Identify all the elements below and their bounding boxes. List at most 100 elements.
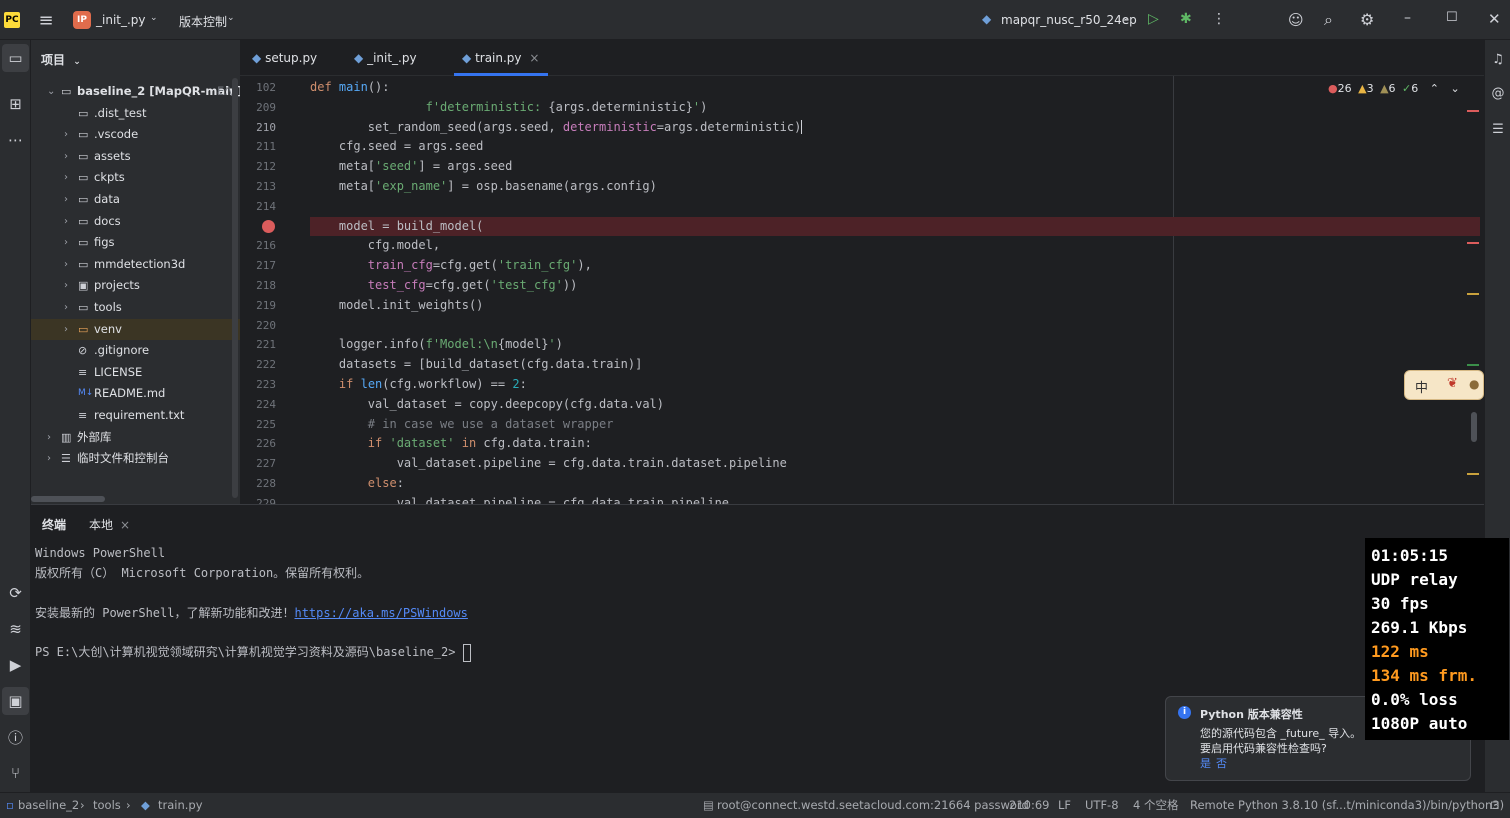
project-file-name[interactable]: _init_.py (96, 13, 146, 27)
powershell-link[interactable]: https://aka.ms/PSWindows (294, 606, 467, 620)
code-line[interactable]: meta['seed'] = args.seed (310, 157, 1480, 177)
services-icon[interactable]: ▶ (0, 651, 31, 679)
tree-item[interactable]: ≡ requirement.txt (31, 405, 240, 427)
vcs-menu[interactable]: 版本控制 (179, 13, 227, 30)
terminal-icon[interactable]: ▣ (2, 687, 29, 715)
run-config-selector[interactable]: mapqr_nusc_r50_24ep (1001, 13, 1137, 27)
notifications-icon[interactable]: ♫ (1485, 46, 1510, 72)
warning-stripe-marker[interactable] (1467, 293, 1479, 295)
tree-item[interactable]: ≡ LICENSE (31, 362, 240, 384)
breadcrumb-folder[interactable]: tools (93, 793, 121, 817)
tree-item[interactable]: › ▭ tools (31, 297, 240, 319)
add-user-icon[interactable]: ☺ (1288, 11, 1304, 29)
code-line[interactable]: test_cfg=cfg.get('test_cfg')) (310, 276, 1480, 296)
chevron-down-icon[interactable]: ⌄ (1122, 13, 1130, 23)
tab-init[interactable]: ◆ _init_.py (354, 40, 442, 76)
tree-item[interactable]: › ▭ docs (31, 211, 240, 233)
project-badge[interactable]: IP (73, 11, 91, 29)
code-line[interactable] (310, 316, 1480, 336)
warning-stripe-marker[interactable] (1467, 473, 1479, 475)
code-line[interactable]: val_dataset.pipeline = cfg.data.train.pi… (310, 494, 1480, 504)
app-logo-icon[interactable]: PC (4, 12, 20, 28)
terminal-prompt[interactable]: PS E:\大创\计算机视觉领域研究\计算机视觉学习资料及源码\baseline… (35, 642, 471, 662)
code-line[interactable]: model = build_model( (310, 216, 1480, 237)
code-line[interactable]: # in case we use a dataset wrapper (310, 415, 1480, 435)
tree-item[interactable]: › ▭ assets (31, 146, 240, 168)
code-line[interactable]: f'deterministic: {args.deterministic}') (310, 98, 1480, 118)
main-menu-icon[interactable]: ≡ (36, 10, 56, 31)
caret-position[interactable]: 210:69 (1009, 793, 1049, 817)
chevron-right-icon[interactable]: › (64, 275, 68, 297)
breakpoint-icon[interactable] (262, 219, 275, 233)
tab-train[interactable]: ◆ train.py × (454, 40, 548, 76)
tree-item[interactable]: ▭ .dist_test (31, 103, 240, 125)
code-line[interactable]: val_dataset.pipeline = cfg.data.train.da… (310, 454, 1480, 474)
more-options-icon[interactable]: ⋮ (1212, 11, 1226, 27)
ok-stripe-marker[interactable] (1467, 364, 1479, 366)
database-icon[interactable]: ☰ (1485, 116, 1510, 142)
tab-close-icon[interactable]: × (529, 51, 539, 65)
code-line[interactable]: def main(): (310, 78, 1480, 98)
maximize-icon[interactable]: ☐ (1446, 10, 1458, 25)
close-icon[interactable]: ✕ (1488, 10, 1501, 28)
project-panel-title[interactable]: 项目 (41, 53, 65, 67)
chevron-right-icon[interactable]: › (64, 297, 68, 319)
code-line[interactable]: cfg.seed = args.seed (310, 137, 1480, 157)
tree-h-scrollbar[interactable] (31, 496, 105, 502)
problems-icon[interactable]: ⓘ (0, 723, 31, 751)
breadcrumb-file[interactable]: train.py (158, 793, 203, 817)
tree-item[interactable]: ⊘ .gitignore (31, 340, 240, 362)
tab-setup[interactable]: ◆ setup.py (252, 40, 340, 76)
line-separator[interactable]: LF (1058, 793, 1071, 817)
chevron-right-icon[interactable]: › (64, 319, 68, 341)
tree-item[interactable]: › ▭ data (31, 189, 240, 211)
code-line[interactable]: cfg.model, (310, 236, 1480, 256)
chevron-right-icon[interactable]: › (64, 167, 68, 189)
code-line[interactable]: model.init_weights() (310, 296, 1480, 316)
ime-mode-label[interactable]: 中 (1415, 377, 1428, 396)
notification-no-link[interactable]: 否 (1216, 755, 1227, 771)
code-line[interactable]: datasets = [build_dataset(cfg.data.train… (310, 355, 1480, 375)
tree-item[interactable]: › ▣ projects (31, 275, 240, 297)
code-line[interactable]: if len(cfg.workflow) == 2: (310, 375, 1480, 395)
settings-icon[interactable]: ⚙ (1360, 10, 1374, 29)
code-line[interactable]: if 'dataset' in cfg.data.train: (310, 434, 1480, 454)
chevron-right-icon[interactable]: › (64, 211, 68, 233)
remote-host[interactable]: root@connect.westd.seetacloud.com:21664 … (717, 793, 1029, 817)
code-line[interactable]: logger.info(f'Model:\n{model}') (310, 335, 1480, 355)
chevron-right-icon[interactable]: › (64, 124, 68, 146)
editor-scrollbar[interactable] (1471, 412, 1477, 442)
chevron-right-icon[interactable]: › (64, 189, 68, 211)
breadcrumb-project[interactable]: baseline_2 (18, 793, 79, 817)
python-packages-icon[interactable]: ⟳ (0, 579, 31, 607)
chevron-down-icon[interactable]: ⌄ (47, 81, 55, 103)
search-icon[interactable]: ⌕ (1324, 10, 1333, 30)
tree-item[interactable]: ⌄ ▭ baseline_2 [MapQR-main] E:\ (31, 81, 240, 103)
tree-item[interactable]: › ☰ 临时文件和控制台 (31, 448, 240, 470)
run-icon[interactable]: ▷ (1148, 11, 1159, 27)
chevron-down-icon[interactable]: ⌄ (1450, 82, 1459, 95)
terminal-tab-close-icon[interactable]: × (120, 505, 130, 541)
chevron-up-icon[interactable]: ⌃ (1430, 82, 1439, 95)
more-tools-icon[interactable]: ⋯ (0, 126, 31, 154)
code-line[interactable]: meta['exp_name'] = osp.basename(args.con… (310, 177, 1480, 197)
ai-assistant-icon[interactable]: @ (1485, 80, 1510, 106)
git-icon[interactable]: ⑂ (0, 759, 31, 787)
indent-setting[interactable]: 4 个空格 (1133, 793, 1178, 817)
code-line[interactable]: else: (310, 474, 1480, 494)
minimize-icon[interactable]: – (1404, 10, 1411, 26)
file-encoding[interactable]: UTF-8 (1085, 793, 1119, 817)
chevron-right-icon[interactable]: › (64, 254, 68, 276)
tree-item[interactable]: › ▭ mmdetection3d (31, 254, 240, 276)
ime-widget[interactable]: 中 ❦ ● (1404, 370, 1484, 400)
debug-icon[interactable]: ✱ (1180, 11, 1192, 27)
editor-gutter[interactable]: 102 209 210 211 212 213 214 216 217 218 219 220 221 2… (240, 76, 310, 510)
layers-icon[interactable]: ≋ (0, 615, 31, 643)
tree-item[interactable]: M↓ README.md (31, 383, 240, 405)
lock-icon[interactable]: ⊡ (1490, 793, 1500, 817)
terminal-title[interactable]: 终端 (42, 505, 66, 541)
chevron-down-icon[interactable]: ⌄ (73, 57, 81, 67)
tree-scrollbar[interactable] (232, 78, 238, 498)
folder-icon[interactable]: ▭ (2, 44, 29, 72)
tree-item[interactable]: › ▭ ckpts (31, 167, 240, 189)
